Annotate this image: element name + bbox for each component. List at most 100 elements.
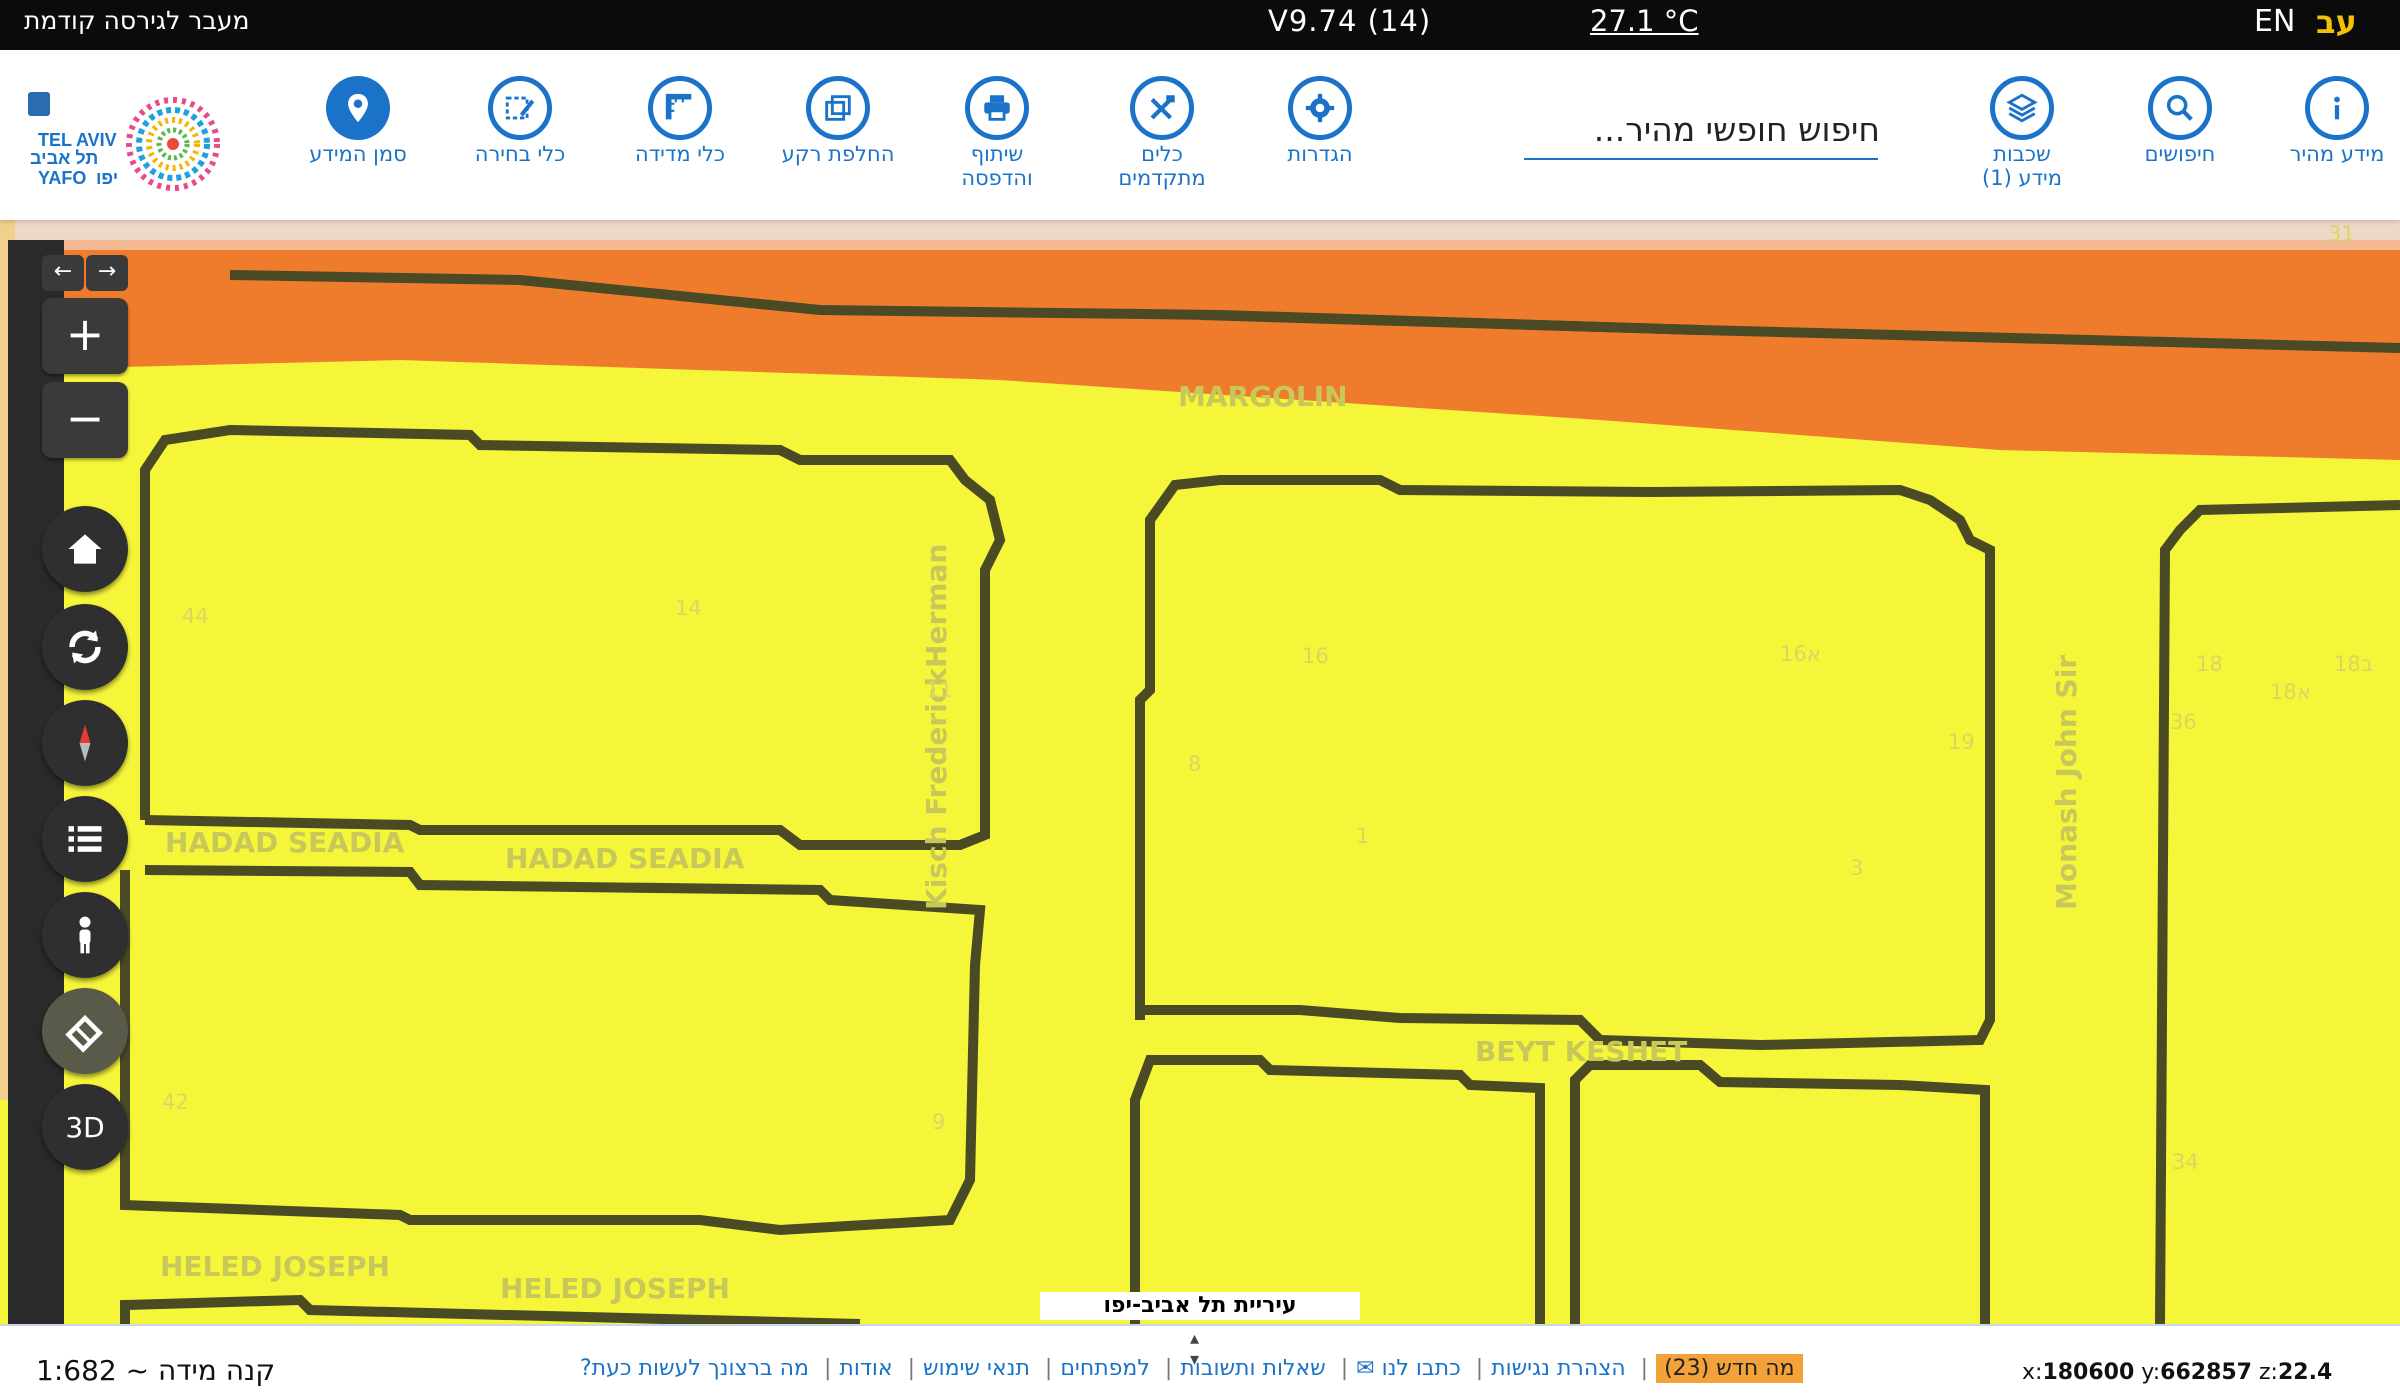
tools-icon	[1150, 95, 1175, 120]
street-view-button[interactable]	[42, 892, 128, 978]
settings-button[interactable]: הגדרות	[1245, 76, 1395, 166]
footer-link[interactable]: למפתחים	[1060, 1356, 1150, 1381]
footer-link[interactable]: אודות	[839, 1356, 892, 1381]
home-button[interactable]	[42, 506, 128, 592]
selection-tools-button[interactable]: כלי בחירה	[445, 76, 595, 166]
tool-label: כלי בחירה	[474, 142, 566, 166]
parcel-number: 11	[926, 678, 953, 702]
parcel-number: 9	[932, 1110, 946, 1134]
eraser-button[interactable]	[42, 988, 128, 1074]
z-value: 22.4	[2277, 1360, 2333, 1385]
gear-icon	[1305, 93, 1335, 123]
main-toolbar: TEL AVIV תל אביב YAFO יפו מידע מהיר חיפו…	[0, 50, 2400, 220]
logo-emblem	[28, 92, 50, 116]
version-label: V9.74 (14)	[1268, 4, 1432, 38]
eraser-icon	[65, 1014, 103, 1053]
footer-link[interactable]: כתבו לנו ✉	[1356, 1356, 1461, 1381]
tel-aviv-yafo-logo: TEL AVIV תל אביב YAFO יפו	[28, 92, 220, 191]
footer-link[interactable]: מה ברצונך לעשות כעת?	[580, 1356, 809, 1381]
tool-label: שיתוף והדפסה	[961, 142, 1033, 190]
arrow-left-button[interactable]: ←	[42, 255, 84, 291]
zoom-in-button[interactable]: +	[42, 298, 128, 374]
quick-info-button[interactable]: מידע מהיר	[2262, 76, 2400, 166]
advanced-tools-button[interactable]: כלים מתקדמים	[1087, 76, 1237, 190]
parcel-number: 34	[2172, 1150, 2199, 1174]
temperature-link[interactable]: 27.1 °C	[1590, 4, 1699, 38]
quick-search-input[interactable]	[1524, 102, 1882, 156]
switch-basemap-button[interactable]: החלפת רקע	[763, 76, 913, 166]
searches-button[interactable]: חיפושים	[2105, 76, 2255, 166]
measure-tools-button[interactable]: כלי מדידה	[605, 76, 755, 166]
printer-icon	[984, 95, 1010, 121]
person-icon	[79, 916, 91, 954]
x-value: 180600	[2042, 1360, 2135, 1385]
parcel-number: 44	[182, 604, 209, 628]
layers-icon	[2006, 93, 2038, 123]
panel-arrows: ← →	[42, 255, 128, 291]
y-label: y:	[2141, 1360, 2161, 1385]
language-en-button[interactable]: EN	[2254, 4, 2295, 39]
footer-link[interactable]: שאלות ותשובות	[1180, 1356, 1325, 1381]
basemap-switch-icon	[825, 95, 851, 121]
street-label: HADAD SEADIA	[505, 842, 745, 875]
tool-label: שכבות מידע (1)	[1981, 142, 2062, 190]
map-canvas[interactable]: MARGOLIN HADAD SEADIA HADAD SEADIA Kisch…	[0, 220, 2400, 1324]
compass-icon	[79, 724, 91, 762]
zoom-out-button[interactable]: −	[42, 382, 128, 458]
parcel-number: 18	[2196, 652, 2223, 676]
tool-label: החלפת רקע	[781, 142, 895, 166]
parcel-number: 19	[1948, 730, 1975, 754]
tool-label: מידע מהיר	[2289, 142, 2385, 166]
home-icon	[68, 534, 102, 564]
tool-label: כלים מתקדמים	[1118, 142, 1206, 190]
map-coordinates: x:180600 y:662857 z:22.4	[2022, 1360, 2332, 1385]
parcel-number: 42	[162, 1090, 189, 1114]
street-label: HADAD SEADIA	[165, 826, 405, 859]
list-icon	[68, 826, 102, 852]
magnifier-icon	[2166, 94, 2193, 121]
share-print-button[interactable]: שיתוף והדפסה	[922, 76, 1072, 190]
footer-link[interactable]: הצהרת נגישות	[1491, 1356, 1626, 1381]
x-label: x:	[2022, 1360, 2043, 1385]
ruler-icon	[665, 93, 692, 120]
compass-button[interactable]	[42, 700, 128, 786]
tool-label: סמן המידע	[309, 142, 407, 166]
parcel-number: 18ב	[2334, 652, 2373, 676]
refresh-button[interactable]	[42, 604, 128, 690]
whats-new-link[interactable]: מה חדש (23)	[1656, 1354, 1803, 1383]
svg-text:YAFO: YAFO	[38, 168, 86, 188]
tool-label: חיפושים	[2144, 142, 2216, 166]
y-value: 662857	[2160, 1360, 2252, 1385]
z-label: z:	[2259, 1360, 2278, 1385]
status-bar: ▴ ▾ קנה מידה ~ 1:682 מה חדש (23)| הצהרת נ…	[0, 1324, 2400, 1394]
parcel-number: 16א	[1780, 642, 1821, 666]
parcel-number: 31	[2328, 222, 2355, 246]
selection-pen-icon	[505, 96, 535, 120]
language-he-button[interactable]: עב	[2316, 3, 2357, 41]
map-scale: קנה מידה ~ 1:682	[36, 1354, 276, 1387]
legend-list-button[interactable]	[42, 796, 128, 882]
parcel-number: 14	[675, 596, 702, 620]
parcel-number: 8	[1188, 752, 1202, 776]
parcel-number: 16	[1302, 644, 1329, 668]
previous-version-link[interactable]: מעבר לגירסה קודמת	[24, 6, 249, 35]
footer-link[interactable]: תנאי שימוש	[923, 1356, 1030, 1381]
location-pin-icon	[348, 93, 368, 123]
street-label: HELED JOSEPH	[160, 1250, 390, 1283]
svg-text:TEL AVIV: TEL AVIV	[38, 130, 117, 150]
street-label: Monash John Sir	[2050, 654, 2083, 910]
svg-text:יפו: יפו	[96, 168, 118, 188]
arrow-right-button[interactable]: →	[86, 255, 128, 291]
info-marker-button[interactable]: סמן המידע	[283, 76, 433, 166]
street-label: BEYT KESHET	[1475, 1035, 1688, 1068]
3d-toggle-button[interactable]: 3D	[42, 1084, 128, 1170]
svg-text:תל אביב: תל אביב	[30, 148, 98, 168]
quick-search-box	[1524, 102, 1882, 160]
parcel-number: 3	[1850, 856, 1864, 880]
layers-button[interactable]: שכבות מידע (1)	[1947, 76, 2097, 190]
parcel-number: 36	[2170, 710, 2197, 734]
tool-label: כלי מדידה	[634, 142, 726, 166]
parcel-number: 1	[1356, 824, 1370, 848]
street-label: HELED JOSEPH	[500, 1272, 730, 1305]
street-label: Kisch FrederickHerman	[920, 543, 953, 910]
